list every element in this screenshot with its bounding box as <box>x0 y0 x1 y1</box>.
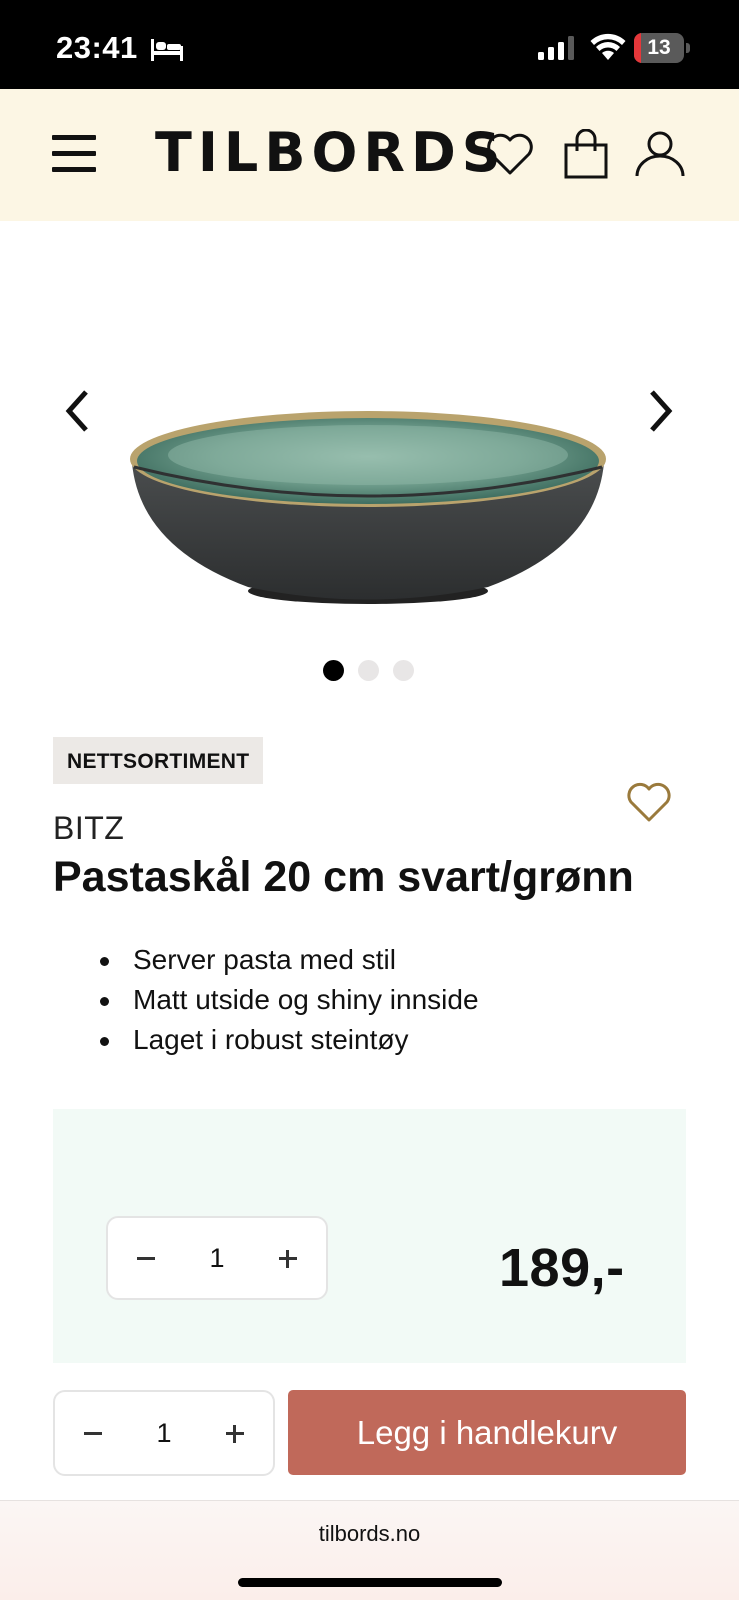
gallery-dot-2[interactable] <box>358 660 379 681</box>
decrease-quantity-button[interactable] <box>116 1218 176 1298</box>
status-bar: 23:41 13 <box>0 0 739 89</box>
quantity-stepper: 1 <box>106 1216 328 1300</box>
price-box: 1 189,- <box>53 1109 686 1363</box>
product-price: 189,- <box>499 1238 625 1298</box>
quantity-value[interactable]: 1 <box>178 1218 256 1298</box>
increase-quantity-button[interactable] <box>258 1218 318 1298</box>
home-indicator[interactable] <box>238 1578 502 1587</box>
site-header: TILBORDS <box>0 89 739 221</box>
product-gallery <box>0 221 739 701</box>
status-badge: NETTSORTIMENT <box>53 737 264 784</box>
sticky-decrease-quantity-button[interactable] <box>63 1392 123 1474</box>
product-title: Pastaskål 20 cm svart/grønn <box>53 853 634 901</box>
chevron-left-icon[interactable] <box>58 386 98 436</box>
browser-address-bar: tilbords.no <box>0 1500 739 1600</box>
add-to-cart-button[interactable]: Legg i handlekurv <box>288 1390 686 1475</box>
wifi-icon <box>590 33 626 60</box>
sleep-bed-icon <box>151 39 183 61</box>
product-brand[interactable]: BITZ <box>53 810 124 847</box>
user-icon[interactable] <box>634 129 686 179</box>
shopping-bag-icon[interactable] <box>560 129 612 179</box>
feature-item: Laget i robust steintøy <box>96 1020 479 1060</box>
battery-icon: 13 <box>634 33 690 63</box>
hamburger-menu-icon[interactable] <box>52 135 96 173</box>
battery-level: 13 <box>647 36 671 59</box>
feature-item: Matt utside og shiny innside <box>96 980 479 1020</box>
sticky-quantity-stepper: 1 <box>53 1390 275 1476</box>
gallery-dot-3[interactable] <box>393 660 414 681</box>
url-field[interactable]: tilbords.no <box>0 1521 739 1547</box>
product-features: Server pasta med stil Matt utside og shi… <box>96 940 479 1060</box>
sticky-increase-quantity-button[interactable] <box>205 1392 265 1474</box>
product-image[interactable] <box>128 397 608 617</box>
site-logo[interactable]: TILBORDS <box>155 121 507 185</box>
status-time: 23:41 <box>56 30 138 65</box>
gallery-dot-1[interactable] <box>323 660 344 681</box>
feature-item: Server pasta med stil <box>96 940 479 980</box>
wishlist-heart-icon[interactable] <box>625 780 673 826</box>
heart-icon[interactable] <box>484 129 536 179</box>
chevron-right-icon[interactable] <box>640 386 680 436</box>
sticky-quantity-value[interactable]: 1 <box>125 1392 203 1474</box>
cellular-signal-icon <box>538 36 574 60</box>
